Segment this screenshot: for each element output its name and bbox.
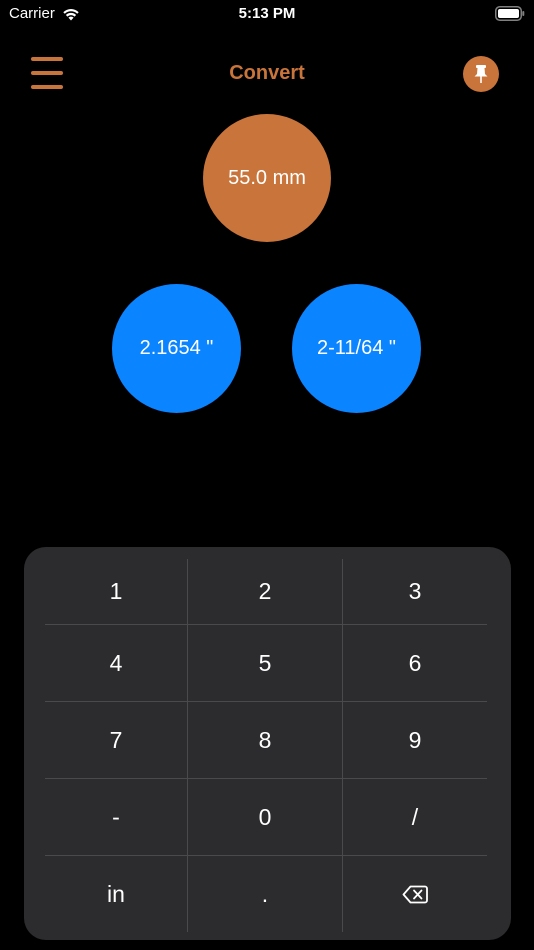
key-7[interactable]: 7: [45, 702, 188, 779]
status-bar: Carrier 5:13 PM: [0, 0, 534, 30]
key-9[interactable]: 9: [343, 702, 487, 779]
key-5[interactable]: 5: [188, 625, 343, 702]
backspace-icon: [402, 885, 428, 903]
keypad-grid: 1 2 3 4 5 6 7 8 9 - 0 / in .: [45, 559, 487, 932]
decimal-inches-circle[interactable]: 2.1654 ": [112, 284, 241, 413]
pushpin-icon: [474, 65, 488, 83]
input-value-label: 55.0 mm: [228, 166, 306, 189]
decimal-inches-label: 2.1654 ": [139, 337, 214, 359]
key-4[interactable]: 4: [45, 625, 188, 702]
number-keypad: 1 2 3 4 5 6 7 8 9 - 0 / in .: [24, 547, 511, 940]
pin-button[interactable]: [463, 56, 499, 92]
key-3[interactable]: 3: [343, 559, 487, 625]
key-6[interactable]: 6: [343, 625, 487, 702]
key-minus[interactable]: -: [45, 779, 188, 856]
key-2[interactable]: 2: [188, 559, 343, 625]
input-value-circle[interactable]: 55.0 mm: [203, 114, 331, 242]
battery-icon: [495, 6, 525, 21]
key-0[interactable]: 0: [188, 779, 343, 856]
key-delete[interactable]: [343, 856, 487, 932]
fraction-inches-circle[interactable]: 2-11/64 ": [292, 284, 421, 413]
navigation-bar: Convert: [0, 44, 534, 102]
page-title: Convert: [229, 62, 305, 84]
key-decimal-point[interactable]: .: [188, 856, 343, 932]
fraction-inches-label: 2-11/64 ": [316, 337, 396, 359]
key-1[interactable]: 1: [45, 559, 188, 625]
status-time: 5:13 PM: [238, 5, 296, 22]
key-slash[interactable]: /: [343, 779, 487, 856]
key-8[interactable]: 8: [188, 702, 343, 779]
key-inch-unit[interactable]: in: [45, 856, 188, 932]
